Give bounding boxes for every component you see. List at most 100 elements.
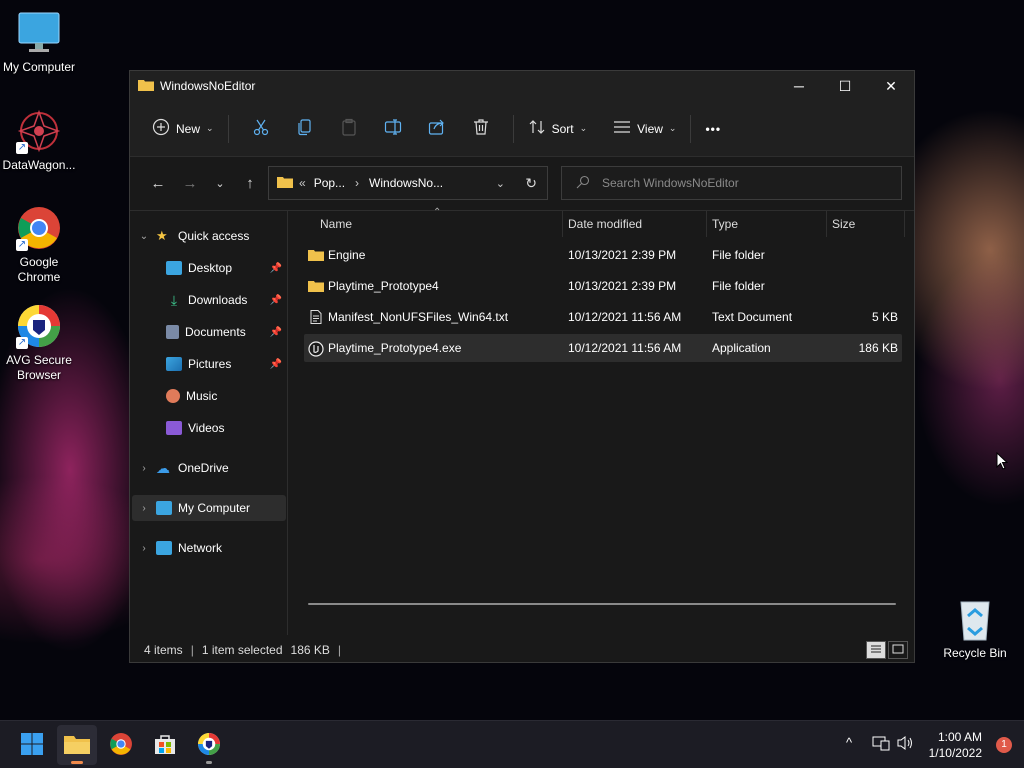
nav-item-documents[interactable]: Documents 📌	[132, 319, 286, 345]
avg-browser-icon: ↗	[16, 303, 62, 349]
expand-chevron-icon[interactable]: ⌄	[132, 231, 156, 242]
delete-button[interactable]	[459, 113, 503, 145]
nav-item-downloads[interactable]: ⤓ Downloads 📌	[132, 287, 286, 313]
column-header-type[interactable]: Type	[712, 217, 738, 231]
breadcrumb-item[interactable]: Pop...	[314, 176, 345, 190]
nav-onedrive[interactable]: › ☁ OneDrive	[132, 455, 286, 481]
search-box[interactable]: Search WindowsNoEditor	[561, 166, 902, 200]
chevron-right-icon[interactable]: ›	[132, 463, 156, 474]
desktop-icon-my-computer[interactable]: My Computer	[0, 10, 78, 75]
toolbar-divider	[690, 114, 692, 143]
paste-button[interactable]	[327, 113, 371, 145]
view-label: View	[637, 121, 663, 136]
column-header-name[interactable]: Name	[320, 217, 352, 231]
horizontal-scrollbar[interactable]	[308, 603, 896, 605]
nav-network[interactable]: › Network	[132, 535, 286, 561]
column-divider[interactable]	[562, 211, 563, 237]
desktop-icon-recycle-bin[interactable]: Recycle Bin	[936, 596, 1014, 661]
close-button[interactable]: ✕	[868, 71, 914, 101]
sort-button[interactable]: Sort ⌄	[524, 113, 592, 145]
file-size: 186 KB	[858, 341, 898, 355]
column-divider[interactable]	[904, 211, 905, 237]
back-button[interactable]: ←	[142, 168, 174, 200]
breadcrumb-overflow[interactable]: «	[299, 176, 306, 190]
start-button[interactable]	[12, 725, 52, 765]
file-name: Playtime_Prototype4	[328, 279, 439, 293]
pin-icon[interactable]: 📌	[270, 359, 282, 370]
taskbar-chrome[interactable]	[101, 725, 141, 765]
chrome-icon: ↗	[16, 205, 62, 251]
chevron-right-icon[interactable]: ›	[132, 543, 156, 554]
new-label: New	[176, 121, 201, 136]
notification-badge[interactable]: 1	[996, 737, 1012, 753]
arrow-left-icon: ←	[150, 175, 166, 192]
desktop-icon-datawagon[interactable]: ↗ DataWagon...	[0, 108, 78, 173]
refresh-icon[interactable]: ↻	[525, 175, 537, 192]
share-button[interactable]	[415, 113, 459, 145]
minimize-button[interactable]: ─	[776, 71, 822, 101]
desktop-icon-chrome[interactable]: ↗ Google Chrome	[0, 205, 78, 285]
search-input[interactable]: Search WindowsNoEditor	[602, 176, 739, 190]
pin-icon[interactable]: 📌	[270, 327, 282, 338]
nav-my-computer[interactable]: › My Computer	[132, 495, 286, 521]
file-name: Engine	[328, 248, 366, 262]
nav-item-music[interactable]: Music	[132, 383, 286, 409]
volume-icon[interactable]	[897, 735, 915, 754]
item-count: 4 items	[144, 643, 183, 657]
cloud-icon: ☁	[156, 460, 170, 476]
arrow-up-icon: ↑	[246, 175, 254, 192]
pin-icon[interactable]: 📌	[270, 295, 282, 306]
breadcrumb-item[interactable]: WindowsNo...	[369, 176, 443, 190]
file-row[interactable]: Engine 10/13/2021 2:39 PM File folder	[304, 241, 902, 269]
selection-size: 186 KB	[290, 643, 330, 657]
chrome-icon	[109, 732, 133, 759]
sort-label: Sort	[551, 121, 574, 136]
documents-icon	[166, 325, 179, 339]
show-hidden-icons-chevron[interactable]: ^	[846, 735, 852, 750]
network-icon	[156, 541, 172, 555]
cut-button[interactable]	[239, 113, 283, 145]
forward-button[interactable]: →	[174, 168, 206, 200]
rename-button[interactable]	[371, 113, 415, 145]
nav-item-pictures[interactable]: Pictures 📌	[132, 351, 286, 377]
selection-count: 1 item selected	[201, 643, 283, 657]
column-divider[interactable]	[706, 211, 707, 237]
status-bar: 4 items | 1 item selected 186 KB |	[130, 638, 914, 662]
copy-button[interactable]	[283, 113, 327, 145]
nav-item-desktop[interactable]: Desktop 📌	[132, 255, 286, 281]
windows-logo-icon	[20, 732, 44, 759]
recent-locations-button[interactable]: ⌄	[206, 168, 234, 200]
title-bar[interactable]: WindowsNoEditor ─ ☐ ✕	[130, 71, 914, 101]
file-row[interactable]: Playtime_Prototype4 10/13/2021 2:39 PM F…	[304, 272, 902, 300]
system-clock[interactable]: 1:00 AM 1/10/2022	[929, 729, 982, 761]
file-row[interactable]: Manifest_NonUFSFiles_Win64.txt 10/12/202…	[304, 303, 902, 331]
taskbar-microsoft-store[interactable]	[145, 725, 185, 765]
tiles-view-button[interactable]	[888, 641, 908, 659]
nav-item-videos[interactable]: Videos	[132, 415, 286, 441]
up-button[interactable]: ↑	[234, 168, 266, 200]
details-view-button[interactable]	[866, 641, 886, 659]
chevron-down-icon: ⌄	[206, 123, 214, 133]
new-button[interactable]: New ⌄	[148, 113, 218, 145]
view-button[interactable]: View ⌄	[609, 113, 680, 145]
nav-quick-access[interactable]: ⌄ ★ Quick access	[132, 223, 286, 249]
taskbar-avg-browser[interactable]	[189, 725, 229, 765]
maximize-button[interactable]: ☐	[822, 71, 868, 101]
column-header-size[interactable]: Size	[832, 217, 855, 231]
file-row[interactable]: Playtime_Prototype4.exe 10/12/2021 11:56…	[304, 334, 902, 362]
search-icon	[576, 175, 590, 192]
breadcrumb-separator: ›	[355, 176, 360, 190]
file-type: Application	[712, 341, 771, 355]
more-options-button[interactable]: •••	[701, 113, 725, 145]
column-header-date[interactable]: Date modified	[568, 217, 642, 231]
address-bar[interactable]: « Pop... › WindowsNo... ⌄ ↻	[268, 166, 548, 200]
address-dropdown-icon[interactable]: ⌄	[496, 177, 505, 190]
chevron-right-icon[interactable]: ›	[132, 503, 156, 514]
music-icon	[166, 389, 180, 403]
taskbar-file-explorer[interactable]	[57, 725, 97, 765]
column-divider[interactable]	[826, 211, 827, 237]
desktop-icon-avg-browser[interactable]: ↗ AVG Secure Browser	[0, 303, 78, 383]
network-icon[interactable]	[872, 735, 890, 754]
datawagon-icon: ↗	[16, 108, 62, 154]
pin-icon[interactable]: 📌	[270, 263, 282, 274]
